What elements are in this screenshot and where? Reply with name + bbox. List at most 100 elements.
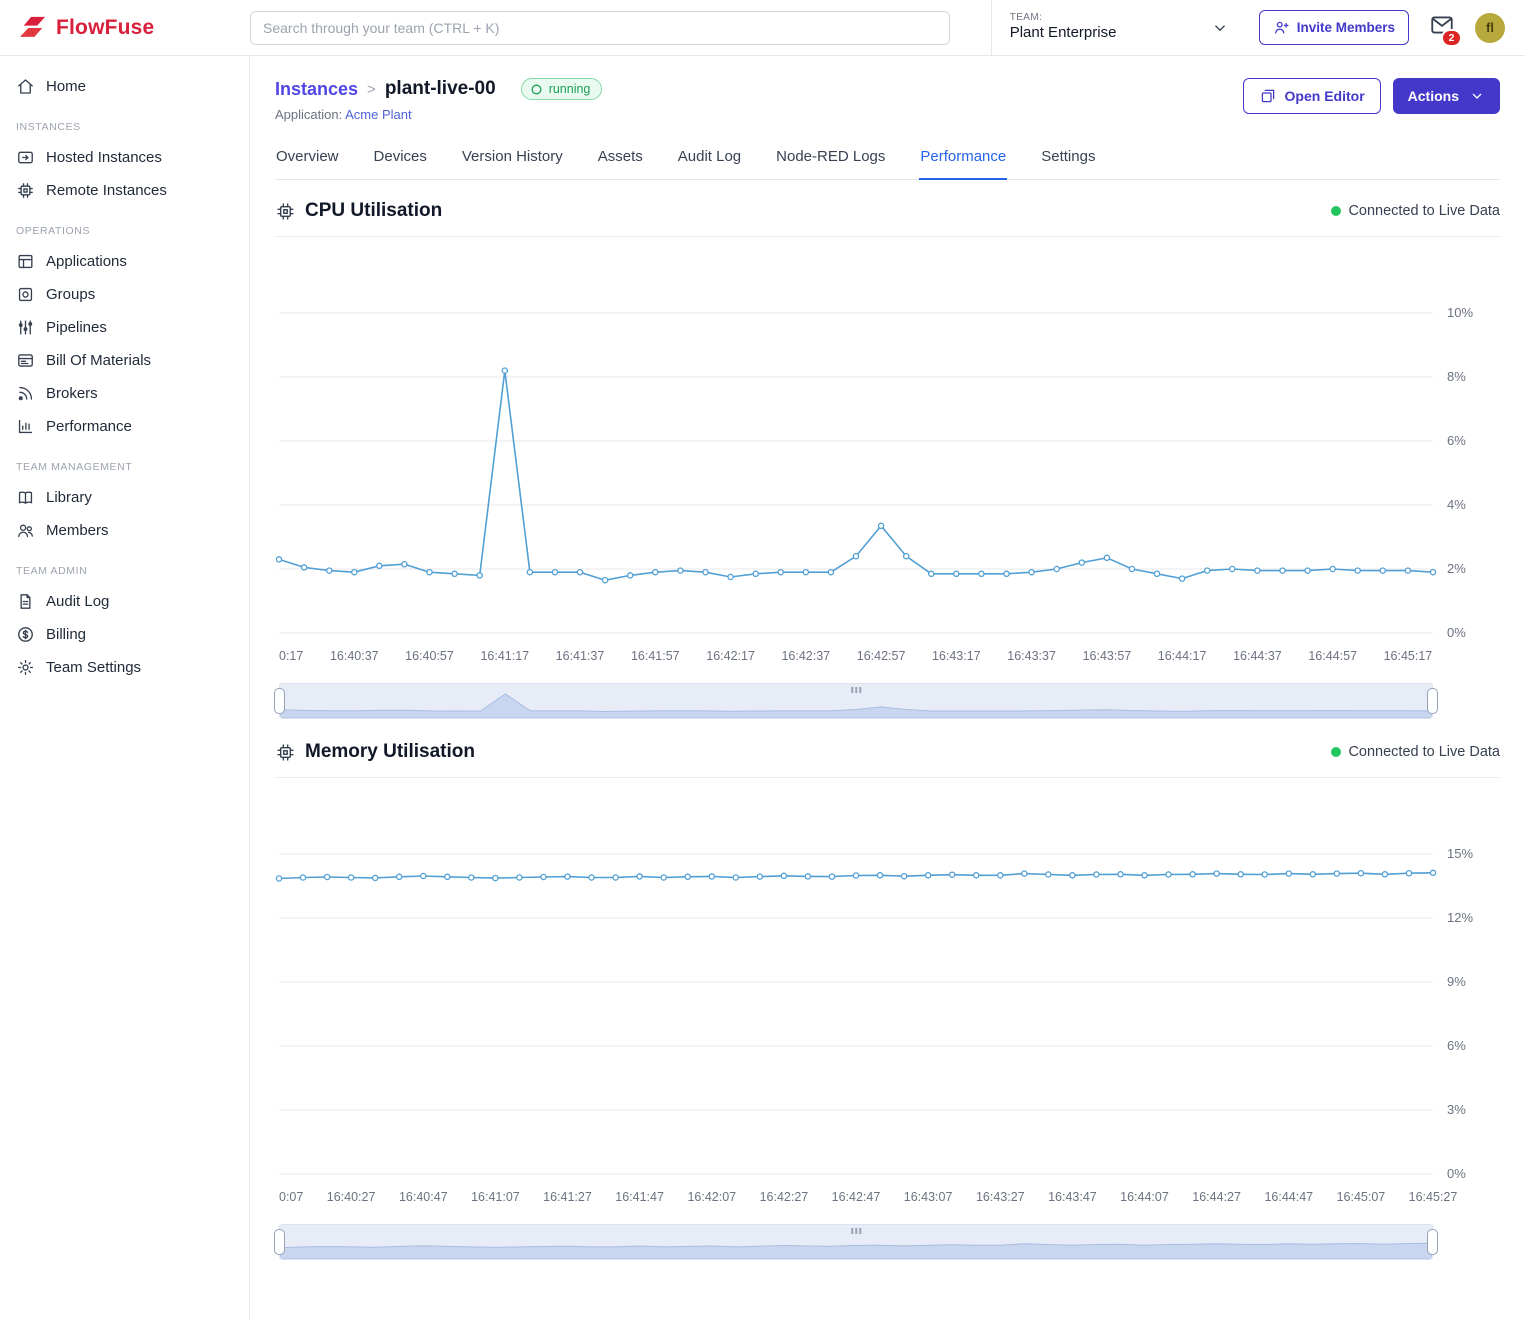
cpu-live-status: Connected to Live Data <box>1331 203 1500 219</box>
breadcrumb: Instances > plant-live-00 running <box>275 78 602 100</box>
svg-text:16:44:47: 16:44:47 <box>1264 1190 1313 1204</box>
pipelines-icon <box>16 318 35 337</box>
brush-grip-handle[interactable] <box>849 685 863 695</box>
sidebar-item-hosted-instances[interactable]: Hosted Instances <box>14 141 239 174</box>
remote-instances-icon <box>16 181 35 200</box>
page-head: Instances > plant-live-00 running Applic… <box>275 78 1500 122</box>
invite-members-label: Invite Members <box>1297 20 1395 35</box>
sidebar-item-home[interactable]: Home <box>14 70 239 103</box>
svg-text:16:43:27: 16:43:27 <box>976 1190 1025 1204</box>
avatar[interactable]: fl <box>1475 13 1505 43</box>
svg-text:16:42:47: 16:42:47 <box>832 1190 881 1204</box>
svg-text:16:43:47: 16:43:47 <box>1048 1190 1097 1204</box>
app-shell: Home INSTANCES Hosted InstancesRemote Inst… <box>0 56 1525 1319</box>
bill-of-materials-icon <box>16 351 35 370</box>
application-link[interactable]: Acme Plant <box>345 107 411 122</box>
svg-text:8%: 8% <box>1447 369 1466 384</box>
breadcrumb-instances-link[interactable]: Instances <box>275 79 358 100</box>
tab-version-history[interactable]: Version History <box>461 142 564 180</box>
sidebar-item-groups[interactable]: Groups <box>14 278 239 311</box>
team-name: Plant Enterprise <box>1010 24 1117 43</box>
sidebar-item-applications[interactable]: Applications <box>14 245 239 278</box>
svg-text:15%: 15% <box>1447 846 1473 861</box>
svg-text:0%: 0% <box>1447 1166 1466 1181</box>
team-selector[interactable]: TEAM: Plant Enterprise <box>991 0 1239 55</box>
sidebar-item-performance[interactable]: Performance <box>14 410 239 443</box>
memory-chart[interactable]: 0%3%6%9%12%15%0:0716:40:2716:40:4716:41:… <box>275 778 1500 1214</box>
library-icon <box>16 488 35 507</box>
sidebar-item-remote-instances[interactable]: Remote Instances <box>14 174 239 207</box>
brush-left-handle[interactable] <box>274 1229 285 1255</box>
instance-name: plant-live-00 <box>385 78 496 100</box>
memory-line-chart: 0%3%6%9%12%15%0:0716:40:2716:40:4716:41:… <box>275 804 1500 1214</box>
sidebar-item-audit-log[interactable]: Audit Log <box>14 585 239 618</box>
svg-text:16:42:07: 16:42:07 <box>687 1190 736 1204</box>
actions-button[interactable]: Actions <box>1393 78 1500 114</box>
svg-text:0:07: 0:07 <box>279 1190 303 1204</box>
tab-overview[interactable]: Overview <box>275 142 340 180</box>
svg-text:16:42:27: 16:42:27 <box>760 1190 809 1204</box>
sidebar-item-pipelines[interactable]: Pipelines <box>14 311 239 344</box>
cpu-chart[interactable]: 0%2%4%6%8%10%0:1716:40:3716:40:5716:41:1… <box>275 237 1500 673</box>
application-label: Application: <box>275 107 342 122</box>
sidebar-item-label: Applications <box>46 253 127 270</box>
audit-log-icon <box>16 592 35 611</box>
invite-user-icon <box>1273 19 1290 36</box>
svg-text:6%: 6% <box>1447 1038 1466 1053</box>
tab-devices[interactable]: Devices <box>373 142 428 180</box>
brush-grip-handle[interactable] <box>849 1226 863 1236</box>
applications-icon <box>16 252 35 271</box>
tab-performance[interactable]: Performance <box>919 142 1007 180</box>
brush-right-handle[interactable] <box>1427 688 1438 714</box>
brush-left-handle[interactable] <box>274 688 285 714</box>
svg-text:16:40:27: 16:40:27 <box>327 1190 376 1204</box>
cpu-chart-brush[interactable] <box>279 683 1433 719</box>
svg-text:16:44:07: 16:44:07 <box>1120 1190 1169 1204</box>
sidebar-item-members[interactable]: Members <box>14 514 239 547</box>
sidebar-item-label: Library <box>46 489 92 506</box>
sidebar-section-label: INSTANCES <box>16 121 239 133</box>
tab-settings[interactable]: Settings <box>1040 142 1096 180</box>
invite-members-button[interactable]: Invite Members <box>1259 10 1409 45</box>
tab-audit-log[interactable]: Audit Log <box>677 142 742 180</box>
search-input[interactable] <box>250 11 950 45</box>
sidebar-item-library[interactable]: Library <box>14 481 239 514</box>
svg-text:16:41:07: 16:41:07 <box>471 1190 520 1204</box>
tab-node-red-logs[interactable]: Node-RED Logs <box>775 142 886 180</box>
sidebar-item-bill-of-materials[interactable]: Bill Of Materials <box>14 344 239 377</box>
flowfuse-logo-icon <box>18 15 48 41</box>
tab-assets[interactable]: Assets <box>597 142 644 180</box>
cpu-brush-row <box>279 683 1433 719</box>
memory-live-status: Connected to Live Data <box>1331 744 1500 760</box>
team-selector-texts: TEAM: Plant Enterprise <box>1010 12 1117 43</box>
svg-text:16:40:37: 16:40:37 <box>330 649 379 663</box>
memory-chart-brush[interactable] <box>279 1224 1433 1260</box>
live-dot-icon <box>1331 747 1341 757</box>
flowfuse-logo[interactable]: FlowFuse <box>18 15 250 41</box>
sidebar-item-brokers[interactable]: Brokers <box>14 377 239 410</box>
open-editor-button[interactable]: Open Editor <box>1243 78 1381 114</box>
brokers-icon <box>16 384 35 403</box>
svg-text:0:17: 0:17 <box>279 649 303 663</box>
brush-right-handle[interactable] <box>1427 1229 1438 1255</box>
svg-text:16:43:17: 16:43:17 <box>932 649 981 663</box>
live-dot-icon <box>1331 206 1341 216</box>
memory-live-status-label: Connected to Live Data <box>1348 744 1500 760</box>
notifications-button[interactable]: 2 <box>1429 12 1455 43</box>
svg-text:16:41:17: 16:41:17 <box>480 649 529 663</box>
head-actions: Open Editor Actions <box>1243 78 1500 114</box>
svg-text:16:42:37: 16:42:37 <box>781 649 830 663</box>
application-line: Application: Acme Plant <box>275 107 602 122</box>
sidebar-item-billing[interactable]: Billing <box>14 618 239 651</box>
cpu-chip-icon <box>275 201 296 222</box>
sidebar-item-label: Team Settings <box>46 659 141 676</box>
status-badge: running <box>521 78 603 100</box>
memory-section-header: Memory Utilisation Connected to Live Dat… <box>275 723 1500 778</box>
sidebar-item-team-settings[interactable]: Team Settings <box>14 651 239 684</box>
svg-text:16:45:07: 16:45:07 <box>1337 1190 1386 1204</box>
svg-text:0%: 0% <box>1447 625 1466 640</box>
svg-text:16:45:17: 16:45:17 <box>1384 649 1433 663</box>
memory-chip-icon <box>275 742 296 763</box>
notification-count-badge: 2 <box>1441 29 1462 47</box>
sidebar-item-label: Brokers <box>46 385 98 402</box>
